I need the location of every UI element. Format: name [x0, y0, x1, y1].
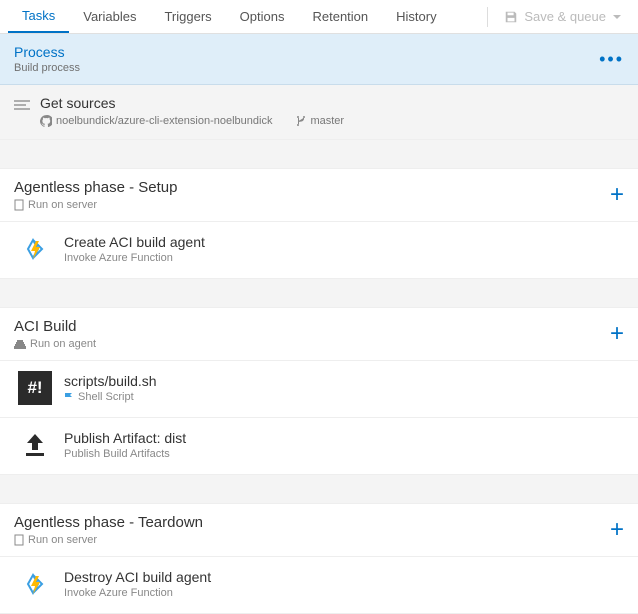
add-task-button[interactable]: + [610, 324, 624, 344]
task-title: Publish Artifact: dist [64, 430, 186, 446]
tab-history[interactable]: History [382, 0, 450, 33]
more-actions-button[interactable]: ••• [599, 55, 624, 63]
task-subtitle: Publish Build Artifacts [64, 448, 186, 460]
flag-icon [64, 392, 74, 402]
task-row[interactable]: #! scripts/build.sh Shell Script [0, 361, 638, 418]
azure-function-icon [18, 232, 52, 266]
task-row[interactable]: Destroy ACI build agent Invoke Azure Fun… [0, 557, 638, 614]
phase-runner: Run on server [28, 199, 97, 211]
phase-runner: Run on server [28, 534, 97, 546]
github-icon [40, 115, 52, 127]
server-icon [14, 199, 24, 211]
divider [487, 7, 488, 27]
agent-icon [14, 339, 26, 349]
phase-header[interactable]: Agentless phase - Setup Run on server + [0, 168, 638, 222]
process-title: Process [14, 44, 80, 60]
publish-artifact-icon [18, 428, 52, 462]
task-row[interactable]: Create ACI build agent Invoke Azure Func… [0, 222, 638, 279]
phase-text: ACI Build Run on agent [14, 318, 96, 350]
tab-retention[interactable]: Retention [298, 0, 382, 33]
azure-function-icon [18, 567, 52, 601]
sources-text: Get sources noelbundick/azure-cli-extens… [40, 95, 344, 127]
phase-header[interactable]: Agentless phase - Teardown Run on server… [0, 503, 638, 557]
server-icon [14, 534, 24, 546]
branch-icon [296, 115, 306, 127]
process-text: Process Build process [14, 44, 80, 74]
process-subtitle: Build process [14, 62, 80, 74]
phase-text: Agentless phase - Teardown Run on server [14, 514, 203, 546]
task-text: Publish Artifact: dist Publish Build Art… [64, 430, 186, 460]
phase-header[interactable]: ACI Build Run on agent + [0, 307, 638, 361]
save-queue-label: Save & queue [524, 9, 606, 24]
tab-variables[interactable]: Variables [69, 0, 150, 33]
branch-name: master [310, 115, 344, 127]
phase-runner: Run on agent [30, 338, 96, 350]
process-header[interactable]: Process Build process ••• [0, 34, 638, 85]
task-text: scripts/build.sh Shell Script [64, 373, 157, 403]
tab-triggers[interactable]: Triggers [150, 0, 225, 33]
task-title: Create ACI build agent [64, 234, 205, 250]
save-icon [504, 10, 518, 24]
repo-path: noelbundick/azure-cli-extension-noelbund… [56, 115, 272, 127]
task-title: scripts/build.sh [64, 373, 157, 389]
task-title: Destroy ACI build agent [64, 569, 211, 585]
add-task-button[interactable]: + [610, 185, 624, 205]
sources-icon [14, 99, 30, 114]
tab-options[interactable]: Options [226, 0, 299, 33]
shell-script-icon: #! [18, 371, 52, 405]
sources-title: Get sources [40, 95, 344, 111]
task-subtitle: Invoke Azure Function [64, 587, 211, 599]
task-text: Destroy ACI build agent Invoke Azure Fun… [64, 569, 211, 599]
add-task-button[interactable]: + [610, 520, 624, 540]
task-row[interactable]: Publish Artifact: dist Publish Build Art… [0, 418, 638, 475]
tab-bar: Tasks Variables Triggers Options Retenti… [0, 0, 638, 34]
phase-title: Agentless phase - Teardown [14, 514, 203, 531]
get-sources-row[interactable]: Get sources noelbundick/azure-cli-extens… [0, 85, 638, 140]
task-subtitle: Shell Script [64, 391, 157, 403]
phase-title: ACI Build [14, 318, 96, 335]
task-text: Create ACI build agent Invoke Azure Func… [64, 234, 205, 264]
save-and-queue-button[interactable]: Save & queue [494, 9, 638, 24]
chevron-down-icon [612, 12, 622, 22]
phase-title: Agentless phase - Setup [14, 179, 177, 196]
tab-tasks[interactable]: Tasks [8, 0, 69, 33]
task-subtitle: Invoke Azure Function [64, 252, 205, 264]
phase-text: Agentless phase - Setup Run on server [14, 179, 177, 211]
